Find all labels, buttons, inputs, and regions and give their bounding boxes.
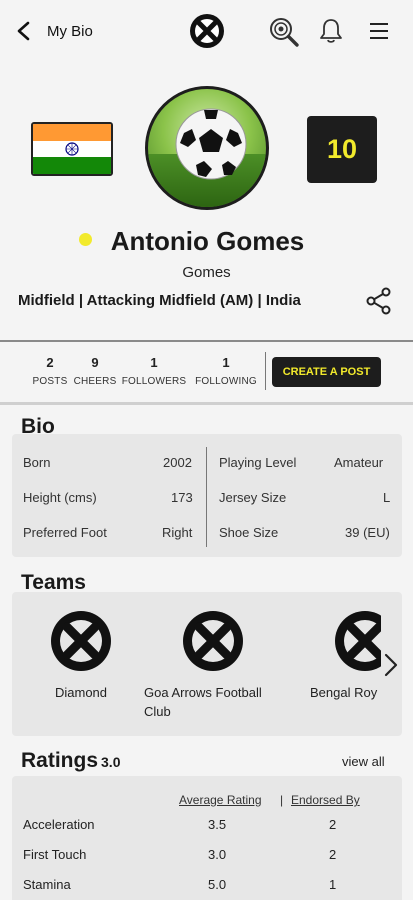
stat-cheers[interactable]: 9 CHEERS bbox=[73, 355, 117, 387]
ratings-column-header: Endorsed By bbox=[291, 793, 360, 807]
ratings-column-header: Average Rating bbox=[179, 793, 262, 807]
stat-following-label: FOLLOWING bbox=[195, 376, 257, 387]
search-icon[interactable] bbox=[268, 16, 300, 48]
bio-value: L bbox=[383, 490, 391, 505]
jersey-number-badge: 10 bbox=[307, 116, 377, 183]
player-short-name: Gomes bbox=[182, 264, 231, 281]
bio-label: Playing Level bbox=[219, 455, 297, 470]
player-positions: Midfield | Attacking Midfield (AM) | Ind… bbox=[18, 292, 301, 309]
divider bbox=[0, 340, 413, 342]
soccer-ball-icon bbox=[175, 108, 247, 180]
back-label[interactable]: My Bio bbox=[47, 23, 93, 40]
rating-endorsed: 2 bbox=[329, 847, 337, 862]
stat-cheers-value: 9 bbox=[91, 355, 99, 370]
view-all-link[interactable]: view all bbox=[342, 754, 385, 769]
stat-cheers-label: CHEERS bbox=[73, 376, 117, 387]
bio-value: Right bbox=[162, 525, 193, 540]
top-bar: My Bio bbox=[0, 0, 413, 64]
player-name: Antonio Gomes bbox=[110, 226, 305, 256]
rating-endorsed: 1 bbox=[329, 877, 337, 892]
ratings-title: Ratings bbox=[21, 749, 99, 772]
stat-following-value: 1 bbox=[222, 355, 230, 370]
bio-column-divider bbox=[206, 447, 207, 547]
ratings-column-separator: | bbox=[280, 793, 284, 807]
bio-value: 173 bbox=[171, 490, 193, 505]
app-logo-icon[interactable] bbox=[189, 13, 225, 49]
team-name[interactable]: Goa Arrows Football Club bbox=[138, 683, 286, 721]
stat-posts[interactable]: 2 POSTS bbox=[32, 355, 68, 387]
team-logo-icon[interactable] bbox=[333, 609, 381, 673]
team-name[interactable]: Bengal Roy bbox=[310, 683, 382, 702]
chevron-right-icon[interactable] bbox=[382, 652, 400, 678]
share-icon[interactable] bbox=[365, 287, 393, 315]
bio-label: Born bbox=[23, 455, 51, 470]
stat-followers-value: 1 bbox=[150, 355, 158, 370]
ratings-section-title: Ratings 3.0 bbox=[21, 749, 120, 773]
back-chevron-icon[interactable] bbox=[14, 20, 36, 42]
bio-label: Preferred Foot bbox=[23, 525, 107, 540]
stat-posts-value: 2 bbox=[46, 355, 54, 370]
rating-skill: Acceleration bbox=[23, 817, 95, 832]
rating-skill: Stamina bbox=[23, 877, 71, 892]
stat-posts-label: POSTS bbox=[32, 376, 68, 387]
bio-value: 39 (EU) bbox=[345, 525, 390, 540]
bio-value: 2002 bbox=[163, 455, 192, 470]
bio-label: Height (cms) bbox=[23, 490, 97, 505]
ratings-overall-value: 3.0 bbox=[101, 754, 121, 770]
bell-icon[interactable] bbox=[317, 17, 345, 45]
country-flag bbox=[31, 122, 113, 176]
divider bbox=[0, 402, 413, 405]
bio-label: Shoe Size bbox=[219, 525, 279, 540]
bio-label: Jersey Size bbox=[219, 490, 287, 505]
team-logo-icon[interactable] bbox=[181, 609, 245, 673]
rating-skill: First Touch bbox=[23, 847, 87, 862]
create-post-button[interactable]: CREATE A POST bbox=[272, 357, 381, 387]
stat-following[interactable]: 1 FOLLOWING bbox=[191, 355, 261, 387]
stat-followers[interactable]: 1 FOLLOWERS bbox=[120, 355, 188, 387]
profile-avatar[interactable] bbox=[145, 86, 269, 210]
bio-value: Amateur bbox=[334, 455, 384, 470]
stat-followers-label: FOLLOWERS bbox=[121, 376, 187, 387]
rating-average: 3.5 bbox=[208, 817, 227, 832]
rating-average: 5.0 bbox=[208, 877, 227, 892]
rating-average: 3.0 bbox=[208, 847, 227, 862]
team-name[interactable]: Diamond bbox=[30, 683, 132, 702]
team-logo-icon[interactable] bbox=[49, 609, 113, 673]
menu-icon[interactable] bbox=[368, 20, 390, 42]
stats-separator bbox=[265, 352, 266, 390]
ashoka-chakra-icon bbox=[65, 142, 79, 156]
rating-endorsed: 2 bbox=[329, 817, 337, 832]
